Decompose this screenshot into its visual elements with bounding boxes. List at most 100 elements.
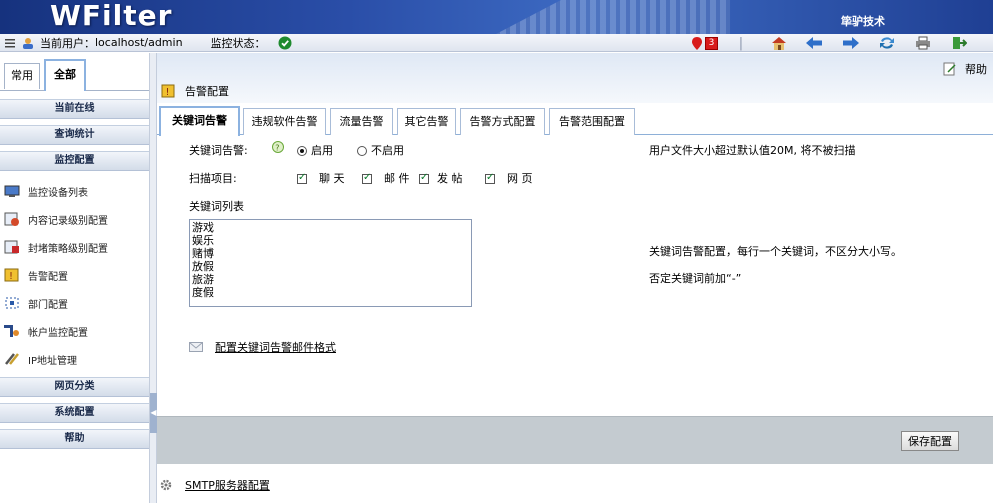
filesize-note: 用户文件大小超过默认值20M, 将不被扫描 bbox=[649, 144, 856, 157]
smtp-row: SMTP服务器配置 bbox=[157, 467, 993, 503]
svg-text:!: ! bbox=[166, 87, 170, 98]
disable-radio[interactable]: 不启用 bbox=[357, 142, 404, 158]
monitor-status-label: 监控状态： bbox=[210, 36, 266, 50]
alert-tabs: 关键词告警 违规软件告警 流量告警 其它告警 告警方式配置 告警范围配置 bbox=[157, 103, 993, 136]
help-question-icon[interactable]: ? bbox=[272, 141, 284, 156]
sidebar-item-label: 监控设备列表 bbox=[28, 187, 88, 199]
refresh-icon[interactable] bbox=[878, 35, 896, 51]
mail-format-row: 配置关键词告警邮件格式 bbox=[189, 339, 336, 355]
sidebar-item-label: 内容记录级别配置 bbox=[28, 215, 108, 227]
sidebar: 常用 全部 当前在线 查询统计 监控配置 监控设备列表 内容记录级别配置 封堵策… bbox=[0, 53, 150, 503]
main-panel: 帮助 ! 告警配置 关键词告警 违规软件告警 流量告警 其它告警 告警方式配置 … bbox=[157, 53, 993, 503]
sidebar-tab-all[interactable]: 全部 bbox=[44, 59, 86, 91]
checkbox-checked-icon bbox=[297, 172, 307, 184]
print-icon[interactable] bbox=[914, 35, 932, 51]
checkbox-checked-icon bbox=[419, 172, 429, 184]
svg-text:?: ? bbox=[275, 144, 279, 153]
sidebar-item-block-policy[interactable]: 封堵策略级别配置 bbox=[0, 233, 149, 261]
top-banner: WFilter 筚驴技术 bbox=[0, 0, 993, 34]
current-user-label: 当前用户： bbox=[40, 36, 95, 50]
keyword-alert-label: 关键词告警: bbox=[189, 144, 248, 157]
sidebar-group-query[interactable]: 查询统计 bbox=[0, 125, 149, 145]
tab-other-alert[interactable]: 其它告警 bbox=[397, 108, 456, 135]
page-title: ! 告警配置 bbox=[161, 83, 229, 99]
company-name: 筚驴技术 bbox=[841, 15, 885, 28]
tab-traffic-alert[interactable]: 流量告警 bbox=[330, 108, 393, 135]
sidebar-tab-common[interactable]: 常用 bbox=[4, 63, 40, 89]
keyword-config-note: 关键词告警配置，每行一个关键词，不区分大小写。 bbox=[649, 245, 902, 258]
scan-item-web-checkbox[interactable]: 网 页 bbox=[485, 170, 533, 186]
tab-keyword-alert[interactable]: 关键词告警 bbox=[159, 106, 240, 136]
sidebar-item-content-record[interactable]: 内容记录级别配置 bbox=[0, 205, 149, 233]
help-label: 帮助 bbox=[965, 63, 987, 76]
scan-item-label: 聊 天 bbox=[319, 172, 345, 185]
svg-text:!: ! bbox=[9, 271, 13, 282]
scan-item-post-checkbox[interactable]: 发 帖 bbox=[419, 170, 463, 186]
department-icon bbox=[4, 296, 20, 310]
account-monitor-icon bbox=[4, 324, 20, 338]
tab-violation-software-alert[interactable]: 违规软件告警 bbox=[243, 108, 326, 135]
alert-indicator[interactable]: 3 bbox=[688, 35, 722, 51]
toolbar-divider: | bbox=[738, 35, 744, 51]
sidebar-item-label: IP地址管理 bbox=[28, 355, 77, 367]
collapse-arrow-icon: ◀ bbox=[150, 408, 157, 417]
tab-alert-method[interactable]: 告警方式配置 bbox=[460, 108, 545, 135]
save-config-button[interactable]: 保存配置 bbox=[901, 431, 959, 451]
monitor-devices-icon bbox=[4, 184, 20, 198]
gear-icon bbox=[160, 479, 172, 491]
sidebar-tabs: 常用 全部 bbox=[0, 53, 149, 91]
sidebar-item-alert-config[interactable]: ! 告警配置 bbox=[0, 261, 149, 289]
sidebar-group-system-config[interactable]: 系统配置 bbox=[0, 403, 149, 423]
back-arrow-icon[interactable] bbox=[805, 35, 823, 51]
checkbox-checked-icon bbox=[485, 172, 495, 184]
scan-items-label: 扫描项目: bbox=[189, 172, 237, 185]
main-header: 帮助 ! 告警配置 bbox=[157, 53, 993, 103]
sidebar-item-label: 帐户监控配置 bbox=[28, 327, 88, 339]
checkbox-checked-icon bbox=[362, 172, 372, 184]
keyword-list-label: 关键词列表 bbox=[189, 200, 244, 213]
sidebar-item-department[interactable]: 部门配置 bbox=[0, 289, 149, 317]
enable-radio-label: 启用 bbox=[311, 144, 333, 157]
scan-item-label: 网 页 bbox=[507, 172, 533, 185]
sidebar-item-ip-management[interactable]: IP地址管理 bbox=[0, 345, 149, 373]
sidebar-item-label: 告警配置 bbox=[28, 271, 68, 283]
keyword-list-textarea[interactable] bbox=[189, 219, 472, 307]
radio-on-icon bbox=[297, 146, 307, 156]
app-logo: WFilter bbox=[50, 0, 173, 32]
sidebar-item-label: 封堵策略级别配置 bbox=[28, 243, 108, 255]
content-record-icon bbox=[4, 212, 20, 226]
scan-item-label: 发 帖 bbox=[437, 172, 463, 185]
current-user-value: localhost/admin bbox=[95, 36, 183, 49]
block-policy-icon bbox=[4, 240, 20, 254]
scan-item-chat-checkbox[interactable]: 聊 天 bbox=[297, 170, 345, 186]
help-button[interactable]: 帮助 bbox=[943, 61, 987, 77]
user-icon bbox=[22, 37, 34, 49]
sidebar-group-help[interactable]: 帮助 bbox=[0, 429, 149, 449]
alert-config-icon: ! bbox=[161, 84, 175, 98]
menu-list-icon[interactable] bbox=[4, 37, 16, 49]
scan-item-label: 邮 件 bbox=[384, 172, 410, 185]
sidebar-splitter[interactable]: ◀ bbox=[150, 53, 157, 503]
sidebar-group-web-category[interactable]: 网页分类 bbox=[0, 377, 149, 397]
home-icon[interactable] bbox=[770, 35, 788, 51]
sidebar-item-label: 部门配置 bbox=[28, 299, 68, 311]
alert-pin-icon bbox=[691, 36, 702, 50]
alert-count-badge: 3 bbox=[704, 36, 719, 50]
smtp-config-link[interactable]: SMTP服务器配置 bbox=[185, 477, 270, 493]
mail-envelope-icon bbox=[189, 342, 203, 352]
enable-radio[interactable]: 启用 bbox=[297, 142, 333, 158]
sidebar-item-monitor-devices[interactable]: 监控设备列表 bbox=[0, 177, 149, 205]
help-doc-icon bbox=[943, 62, 956, 76]
sidebar-group-online[interactable]: 当前在线 bbox=[0, 99, 149, 119]
scan-item-mail-checkbox[interactable]: 邮 件 bbox=[362, 170, 410, 186]
ip-tools-icon bbox=[4, 352, 20, 366]
disable-radio-label: 不启用 bbox=[371, 144, 404, 157]
sidebar-item-account-monitor[interactable]: 帐户监控配置 bbox=[0, 317, 149, 345]
sidebar-group-monitor-config[interactable]: 监控配置 bbox=[0, 151, 149, 171]
exit-icon[interactable] bbox=[950, 35, 968, 51]
tab-alert-scope[interactable]: 告警范围配置 bbox=[549, 108, 635, 135]
forward-arrow-icon[interactable] bbox=[842, 35, 860, 51]
banner-graphic bbox=[496, 0, 730, 34]
mail-format-link[interactable]: 配置关键词告警邮件格式 bbox=[215, 339, 336, 355]
collapse-sidebar-handle[interactable]: ◀ bbox=[150, 393, 157, 433]
